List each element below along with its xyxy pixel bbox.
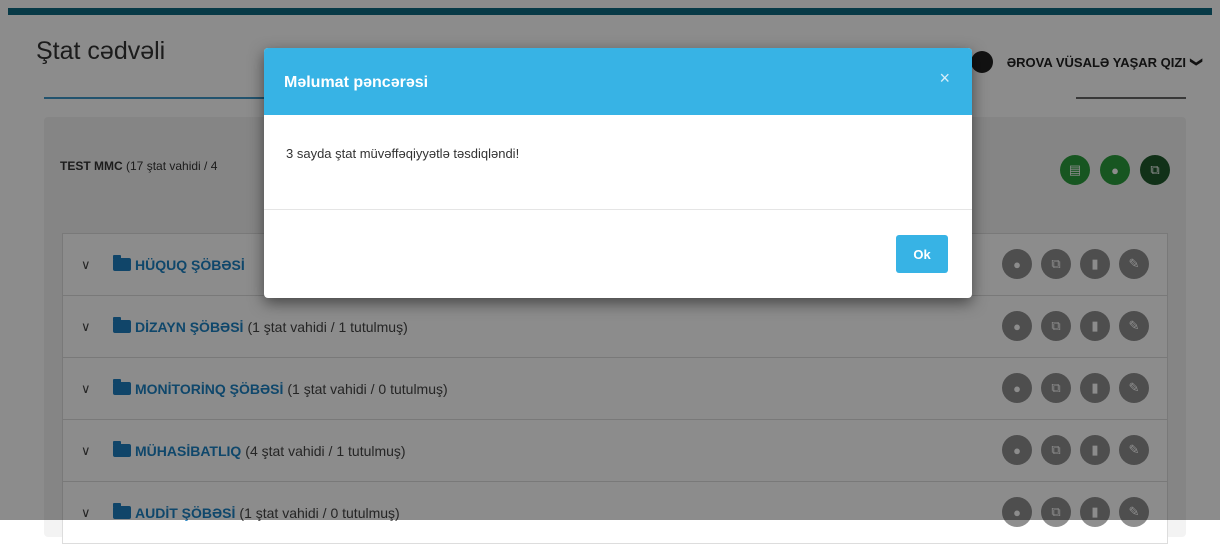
modal-body: 3 sayda ştat müvəffəqiyyətlə təsdiqləndi… [264, 115, 972, 210]
ok-button[interactable]: Ok [896, 235, 948, 273]
modal-header: Məlumat pəncərəsi × [264, 48, 972, 115]
modal-message: 3 sayda ştat müvəffəqiyyətlə təsdiqləndi… [286, 146, 520, 161]
info-modal: Məlumat pəncərəsi × 3 sayda ştat müvəffə… [264, 48, 972, 298]
modal-footer: Ok [264, 210, 972, 298]
close-icon[interactable]: × [939, 68, 950, 89]
modal-title: Məlumat pəncərəsi [284, 74, 429, 91]
